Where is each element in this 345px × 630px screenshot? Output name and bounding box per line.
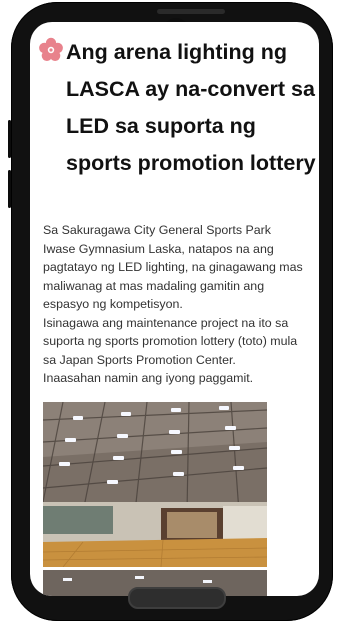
article-title: Ang arena lighting ng LASCA ay na-conver… xyxy=(66,40,316,175)
phone-screen[interactable]: Ang arena lighting ng LASCA ay na-conver… xyxy=(30,22,319,596)
home-button[interactable] xyxy=(128,587,226,609)
article-paragraph: Inaasahan namin ang iyong paggamit. xyxy=(43,371,254,385)
phone-side-button xyxy=(8,120,11,158)
article-paragraph: Isinagawa ang maintenance project na ito… xyxy=(43,315,298,367)
phone-side-button xyxy=(8,170,11,208)
arena-photo xyxy=(43,402,267,567)
article-body: Sa Sakuragawa City General Sports Park I… xyxy=(43,221,305,388)
article-paragraph: Sa Sakuragawa City General Sports Park I… xyxy=(43,223,303,311)
cherry-blossom-icon xyxy=(39,37,63,61)
phone-speaker xyxy=(157,9,225,14)
